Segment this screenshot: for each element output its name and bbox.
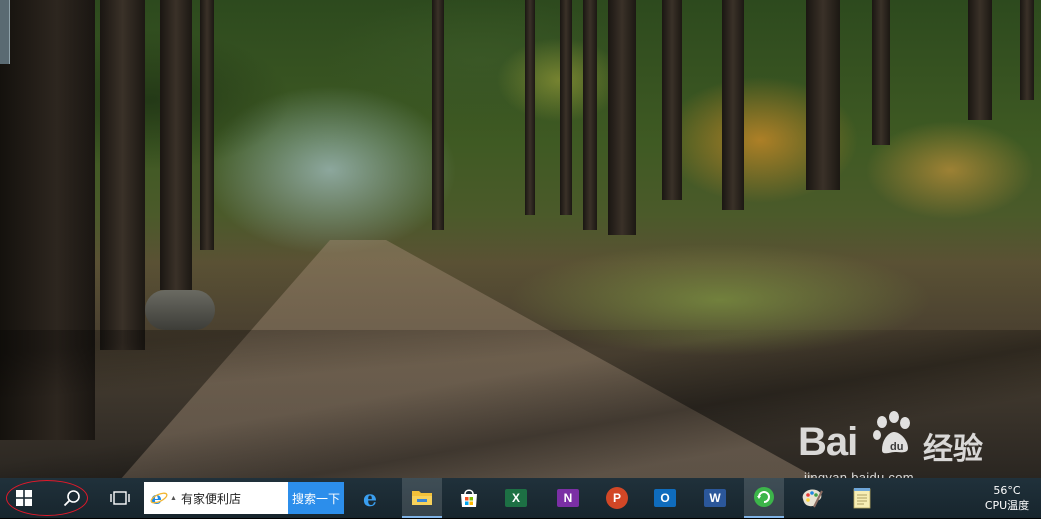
wallpaper-tree (1020, 0, 1034, 100)
watermark-brand-cn: 经验 (923, 433, 983, 466)
wallpaper-tree (160, 0, 192, 290)
baidu-jingyan-watermark: Bai du 经验 jingyan.baidu.com (798, 408, 1038, 478)
cpu-temperature-tray[interactable]: 56°C CPU温度 (975, 480, 1039, 519)
taskbar-app-edge[interactable]: e (352, 478, 392, 518)
taskbar-app-onenote[interactable]: N (548, 478, 588, 518)
svg-text:du: du (890, 441, 903, 453)
store-icon (461, 489, 477, 507)
wallpaper-log (145, 290, 215, 330)
ie-search-toolbar[interactable]: e ▲ 有家便利店 (144, 482, 288, 514)
dropdown-arrow-icon[interactable]: ▲ (170, 495, 177, 502)
cpu-temperature-value: 56°C (993, 484, 1021, 497)
onenote-icon: N (557, 489, 579, 507)
taskbar: e ▲ 有家便利店 搜索一下 e X N P O W 56°C CPU温度 (0, 478, 1041, 518)
search-icon (63, 490, 80, 507)
taskbar-app-store[interactable] (449, 478, 489, 518)
taskbar-app-file-explorer[interactable] (402, 478, 442, 518)
taskbar-app-word[interactable]: W (695, 478, 735, 518)
svg-text:e: e (363, 487, 377, 509)
wallpaper-tree (608, 0, 636, 235)
task-view-button[interactable] (100, 478, 140, 518)
search-button[interactable] (52, 478, 92, 518)
wallpaper-tree (968, 0, 992, 120)
wallpaper-tree (100, 0, 145, 350)
powerpoint-icon: P (606, 487, 628, 509)
search-input[interactable]: 有家便利店 (181, 490, 241, 507)
wallpaper-tree (662, 0, 682, 200)
wallpaper-tree (722, 0, 744, 210)
watermark-logo-text: Bai (798, 420, 858, 464)
desktop-wallpaper: Bai du 经验 jingyan.baidu.com (0, 0, 1041, 478)
windows-logo-icon (16, 490, 32, 506)
paint-palette-icon (802, 489, 823, 508)
taskbar-app-paint[interactable] (792, 478, 832, 518)
wallpaper-tree (560, 0, 572, 215)
taskbar-app-outlook[interactable]: O (645, 478, 685, 518)
taskbar-app-powerpoint[interactable]: P (597, 478, 637, 518)
wallpaper-tree (583, 0, 597, 230)
refresh-green-icon (754, 487, 774, 507)
edge-scroll-handle[interactable] (0, 0, 10, 64)
folder-icon (412, 491, 432, 505)
notepad-icon (853, 488, 871, 509)
ie-icon: e (150, 489, 168, 507)
wallpaper-tree (806, 0, 840, 190)
task-view-icon (110, 491, 130, 505)
taskbar-app-notepad[interactable] (842, 478, 882, 518)
watermark-url: jingyan.baidu.com (804, 470, 914, 478)
wallpaper-tree (872, 0, 890, 145)
start-button[interactable] (4, 478, 44, 518)
edge-icon: e (363, 487, 377, 509)
search-go-button[interactable]: 搜索一下 (288, 482, 344, 514)
wallpaper-tree (200, 0, 214, 250)
excel-icon: X (505, 489, 527, 507)
taskbar-app-green[interactable] (744, 478, 784, 518)
outlook-icon: O (654, 489, 676, 507)
word-icon: W (704, 489, 726, 507)
cpu-temperature-label: CPU温度 (984, 499, 1030, 512)
wallpaper-tree (525, 0, 535, 215)
wallpaper-tree (432, 0, 444, 230)
baidu-paw-icon: du (873, 411, 910, 454)
taskbar-app-excel[interactable]: X (496, 478, 536, 518)
